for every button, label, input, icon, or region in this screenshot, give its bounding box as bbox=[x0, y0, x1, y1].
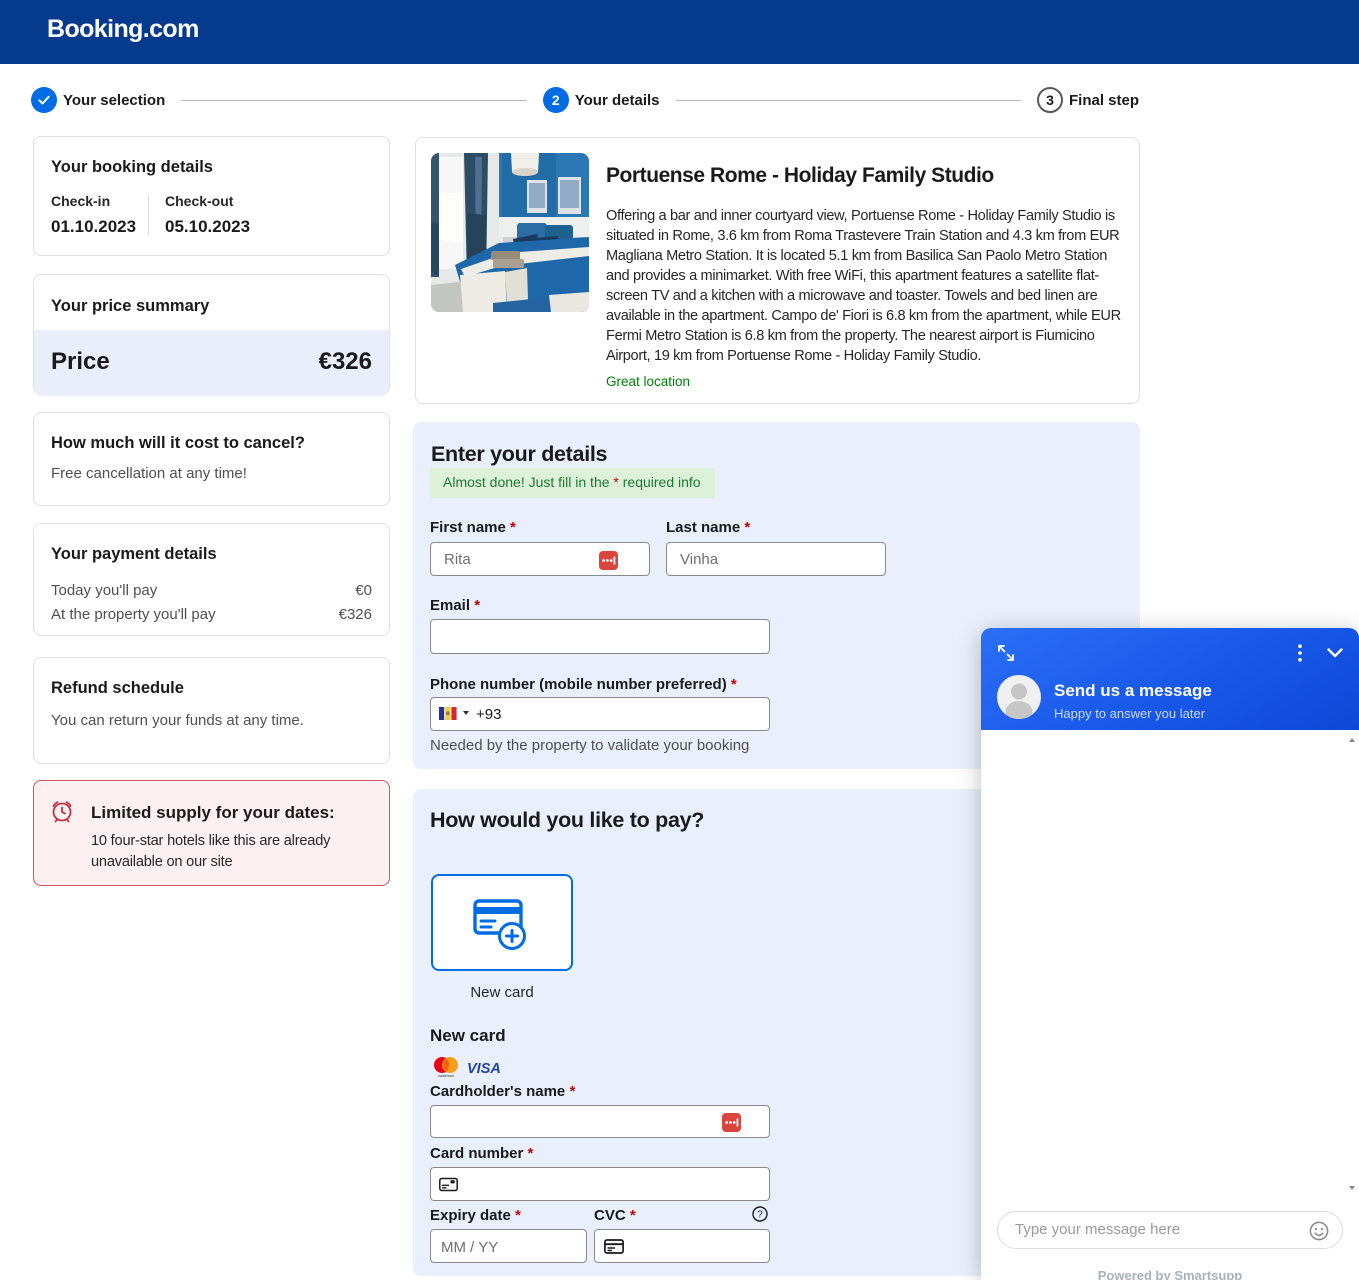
svg-text:VISA: VISA bbox=[467, 1062, 501, 1075]
svg-text:?: ? bbox=[757, 1210, 763, 1221]
svg-text:mastercard: mastercard bbox=[438, 1074, 454, 1078]
